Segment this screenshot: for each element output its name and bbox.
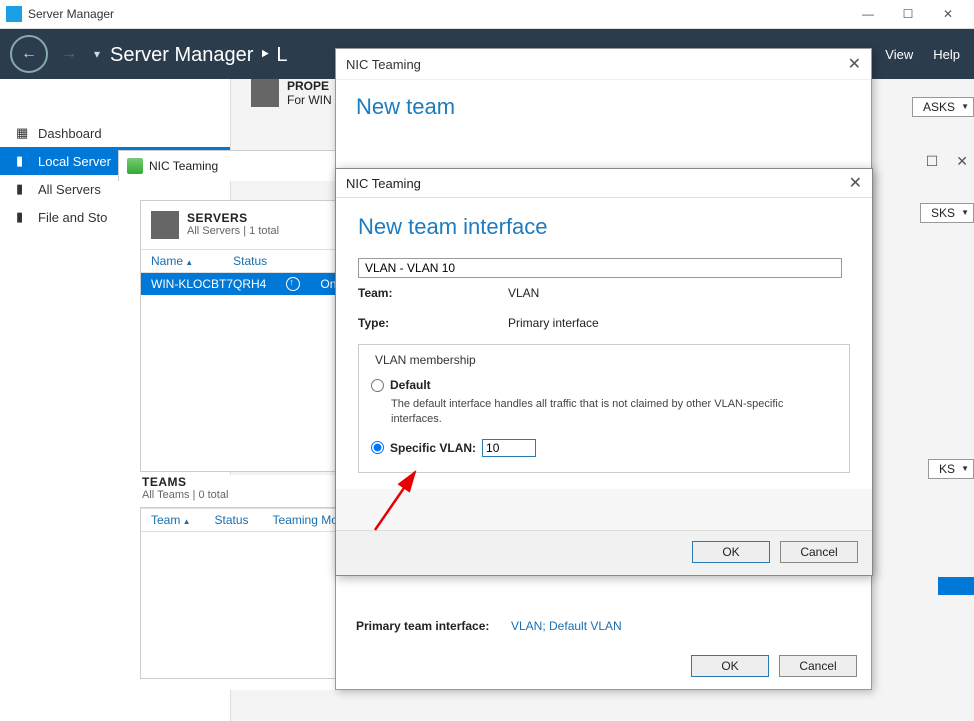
properties-subtitle: For WIN	[287, 93, 332, 107]
servers-col-status[interactable]: Status	[233, 254, 267, 268]
view-menu[interactable]: View	[885, 47, 913, 62]
tasks-dropdown-2[interactable]: SKS	[920, 203, 974, 223]
vlan-legend: VLAN membership	[371, 353, 480, 367]
servers-icon: ▮	[16, 181, 30, 197]
sidebar-item-dashboard[interactable]: ▦Dashboard	[0, 119, 230, 147]
pti-label: Primary team interface:	[356, 619, 511, 633]
servers-panel-subtitle: All Servers | 1 total	[187, 225, 279, 237]
nav-forward-button: →	[52, 37, 86, 71]
storage-icon: ▮	[16, 209, 30, 225]
servers-panel-icon	[151, 211, 179, 239]
teams-col-team[interactable]: Team	[151, 513, 190, 527]
new-team-close-button[interactable]: ✕	[848, 54, 861, 74]
main-window-title: Server Manager	[28, 7, 848, 21]
team-label: Team:	[358, 286, 508, 300]
ntiface-close-button[interactable]: ✕	[849, 173, 862, 193]
vlan-default-radio[interactable]	[371, 379, 384, 392]
vlan-id-input[interactable]	[482, 439, 536, 457]
vlan-membership-fieldset: VLAN membership Default The default inte…	[358, 344, 850, 473]
tasks-dropdown-3[interactable]: KS	[928, 459, 974, 479]
type-value: Primary interface	[508, 316, 599, 330]
minimize-button[interactable]: ―	[848, 3, 888, 25]
nic-teaming-titlebar: NIC Teaming	[118, 150, 356, 181]
vlan-default-label: Default	[390, 378, 431, 392]
main-titlebar: Server Manager ― ☐ ✕	[0, 0, 974, 29]
team-value: VLAN	[508, 286, 539, 300]
teams-col-mode[interactable]: Teaming Mod	[273, 513, 345, 527]
properties-title: PROPE	[287, 79, 332, 93]
properties-tile-icon	[251, 79, 279, 107]
close-button[interactable]: ✕	[928, 3, 968, 25]
maximize-button[interactable]: ☐	[888, 3, 928, 25]
new-team-tbar-title: NIC Teaming	[346, 57, 421, 72]
nic-close-button[interactable]: ✕	[956, 153, 968, 170]
nav-back-button[interactable]: ←	[10, 35, 48, 73]
breadcrumb: Server Manager ‣ L	[110, 42, 287, 67]
ntiface-cancel-button[interactable]: Cancel	[780, 541, 858, 563]
nic-maximize-button[interactable]: ☐	[926, 153, 939, 170]
server-icon: ▮	[16, 153, 30, 169]
pti-link[interactable]: VLAN; Default VLAN	[511, 619, 622, 633]
tasks-dropdown-1[interactable]: ASKS	[912, 97, 974, 117]
new-team-interface-dialog: NIC Teaming ✕ New team interface Team: V…	[335, 168, 873, 576]
vlan-specific-label: Specific VLAN:	[390, 441, 476, 455]
selection-strip	[938, 577, 974, 595]
nic-teaming-title: NIC Teaming	[149, 159, 218, 173]
new-team-title: New team	[336, 80, 871, 134]
new-team-ok-button[interactable]: OK	[691, 655, 769, 677]
servers-col-name[interactable]: Name	[151, 254, 193, 268]
ntiface-ok-button[interactable]: OK	[692, 541, 770, 563]
ntiface-tbar-title: NIC Teaming	[346, 176, 421, 191]
help-menu[interactable]: Help	[933, 47, 960, 62]
server-manager-icon	[6, 6, 22, 22]
dashboard-icon: ▦	[16, 125, 30, 141]
servers-panel-title: SERVERS	[187, 211, 279, 225]
status-up-icon	[286, 277, 300, 291]
vlan-specific-radio[interactable]	[371, 441, 384, 454]
interface-name-input[interactable]	[358, 258, 842, 278]
vlan-default-desc: The default interface handles all traffi…	[391, 397, 811, 428]
teams-col-status[interactable]: Status	[214, 513, 248, 527]
new-team-cancel-button[interactable]: Cancel	[779, 655, 857, 677]
type-label: Type:	[358, 316, 508, 330]
nav-dropdown-icon[interactable]: ▾	[94, 47, 100, 61]
ntiface-title: New team interface	[336, 198, 872, 258]
nic-teaming-icon	[127, 158, 143, 174]
server-row-name: WIN-KLOCBT7QRH4	[151, 277, 266, 291]
